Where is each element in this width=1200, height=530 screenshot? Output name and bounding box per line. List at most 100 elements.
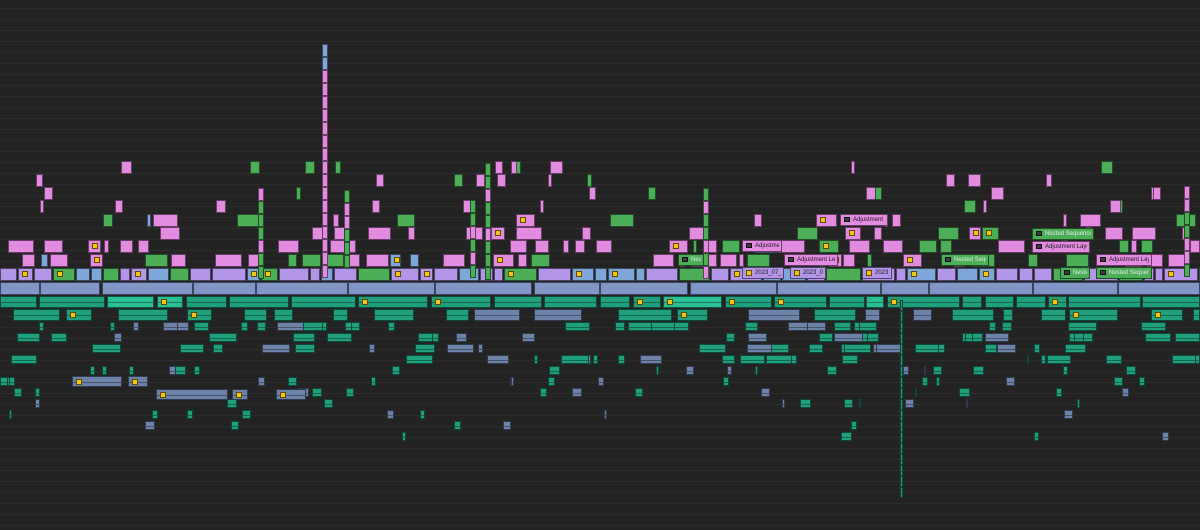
clip-2023[interactable]: 2023_ xyxy=(862,267,892,279)
video-clip-upper[interactable] xyxy=(397,214,415,227)
audio-clip-a1[interactable] xyxy=(600,296,630,308)
video-clip-upper[interactable] xyxy=(330,240,356,253)
audio-clip-a1[interactable] xyxy=(633,296,661,308)
video-clip-upper[interactable] xyxy=(115,200,123,213)
video-clip-upper[interactable] xyxy=(1046,174,1052,187)
video-clip-v2[interactable] xyxy=(636,268,645,281)
video-clip-upper[interactable] xyxy=(747,254,770,267)
audio-clip-stack[interactable] xyxy=(900,333,903,344)
audio-clip-a2[interactable] xyxy=(677,309,708,321)
audio-clip-lower[interactable] xyxy=(102,366,107,375)
video-clip-upper[interactable] xyxy=(104,240,109,253)
audio-clip-lower[interactable] xyxy=(656,366,659,375)
video-clip-stack[interactable] xyxy=(1184,238,1190,251)
video-clip-upper[interactable] xyxy=(44,240,63,253)
audio-clip-stack[interactable] xyxy=(900,377,903,388)
video-clip-upper[interactable] xyxy=(610,214,634,227)
audio-clip-lower[interactable] xyxy=(312,388,322,397)
video-clip-upper[interactable] xyxy=(171,254,186,267)
audio-clip-a2[interactable] xyxy=(244,309,267,321)
audio-clip-a1[interactable] xyxy=(186,296,227,308)
audio-clip-lower[interactable] xyxy=(722,355,735,364)
video-clip-stack[interactable] xyxy=(703,240,709,253)
audio-clip-a1[interactable] xyxy=(107,296,154,308)
audio-clip-lower[interactable] xyxy=(303,322,323,331)
video-clip-stack[interactable] xyxy=(1184,186,1190,199)
video-clip-v1[interactable] xyxy=(348,282,435,295)
video-clip-v2[interactable] xyxy=(1034,268,1052,281)
video-clip-upper[interactable] xyxy=(778,240,805,253)
video-clip-stack[interactable] xyxy=(258,188,264,201)
audio-clip-lower[interactable] xyxy=(187,410,193,419)
audio-clip-a2[interactable] xyxy=(333,309,348,321)
video-clip-v2[interactable] xyxy=(76,268,90,281)
video-clip-upper[interactable] xyxy=(983,200,987,213)
video-clip-v2[interactable] xyxy=(170,268,189,281)
audio-clip-lower[interactable] xyxy=(549,366,560,375)
audio-clip-lower[interactable] xyxy=(858,322,877,331)
video-clip-upper[interactable] xyxy=(1141,240,1153,253)
audio-clip-lower[interactable] xyxy=(478,344,483,353)
audio-clip-lower[interactable] xyxy=(51,333,67,342)
video-clip-upper[interactable] xyxy=(919,240,937,253)
video-clip-v2[interactable] xyxy=(572,268,594,281)
audio-clip-lower[interactable] xyxy=(324,399,333,408)
audio-clip-lower[interactable] xyxy=(402,432,406,441)
video-clip-stack[interactable] xyxy=(322,187,328,200)
video-clip-stack[interactable] xyxy=(258,266,264,279)
audio-clip-lower[interactable] xyxy=(209,333,237,342)
audio-clip-lower[interactable] xyxy=(406,355,433,364)
audio-clip-lower[interactable] xyxy=(276,389,306,400)
audio-clip-lower[interactable] xyxy=(194,366,200,375)
video-clip-upper[interactable] xyxy=(288,254,297,267)
audio-clip-stack[interactable] xyxy=(900,432,903,443)
audio-clip-a1[interactable] xyxy=(829,296,865,308)
video-clip-upper[interactable] xyxy=(1190,240,1200,253)
audio-clip-lower[interactable] xyxy=(128,376,148,387)
video-clip-upper[interactable] xyxy=(548,174,552,187)
audio-clip-lower[interactable] xyxy=(1139,377,1145,386)
clip-nes[interactable]: Nes xyxy=(678,254,704,266)
audio-clip-a2[interactable] xyxy=(748,309,800,321)
video-clip-upper[interactable] xyxy=(582,227,591,240)
audio-clip-lower[interactable] xyxy=(782,399,785,408)
video-clip-stack[interactable] xyxy=(322,122,328,135)
audio-clip-lower[interactable] xyxy=(761,388,770,397)
video-clip-stack[interactable] xyxy=(322,161,328,174)
audio-clip-lower[interactable] xyxy=(604,410,607,419)
video-clip-upper[interactable] xyxy=(575,240,585,253)
video-clip-v2[interactable] xyxy=(34,268,52,281)
video-clip-stack[interactable] xyxy=(1184,225,1190,238)
audio-clip-lower[interactable] xyxy=(1034,432,1039,441)
video-clip-v2[interactable] xyxy=(957,268,978,281)
video-clip-v1[interactable] xyxy=(193,282,256,295)
audio-clip-lower[interactable] xyxy=(371,377,376,386)
audio-clip-lower[interactable] xyxy=(11,355,37,364)
audio-clip-lower[interactable] xyxy=(180,344,204,353)
video-clip-v2[interactable] xyxy=(711,268,729,281)
video-clip-v1[interactable] xyxy=(600,282,688,295)
video-clip-upper[interactable] xyxy=(596,240,612,253)
audio-clip-lower[interactable] xyxy=(1041,355,1046,364)
video-clip-stack[interactable] xyxy=(485,163,491,176)
video-clip-v2[interactable] xyxy=(1155,268,1163,281)
audio-clip-lower[interactable] xyxy=(90,366,95,375)
video-clip-upper[interactable] xyxy=(1132,227,1156,240)
audio-clip-lower[interactable] xyxy=(110,322,115,331)
audio-clip-lower[interactable] xyxy=(933,366,942,375)
video-clip-stack[interactable] xyxy=(322,96,328,109)
video-clip-stack[interactable] xyxy=(485,176,491,189)
audio-clip-a1[interactable] xyxy=(725,296,772,308)
video-clip-upper[interactable] xyxy=(589,187,596,200)
audio-clip-lower[interactable] xyxy=(1077,399,1080,408)
audio-clip-stack[interactable] xyxy=(900,410,903,421)
audio-clip-stack[interactable] xyxy=(900,344,903,355)
audio-clip-lower[interactable] xyxy=(747,344,772,353)
audio-clip-lower[interactable] xyxy=(876,344,902,353)
audio-clip-lower[interactable] xyxy=(598,377,604,386)
video-clip-v2[interactable] xyxy=(334,268,357,281)
video-clip-stack[interactable] xyxy=(258,240,264,253)
video-clip-stack[interactable] xyxy=(322,239,328,252)
audio-clip-lower[interactable] xyxy=(615,322,625,331)
video-clip-upper[interactable] xyxy=(372,200,380,213)
